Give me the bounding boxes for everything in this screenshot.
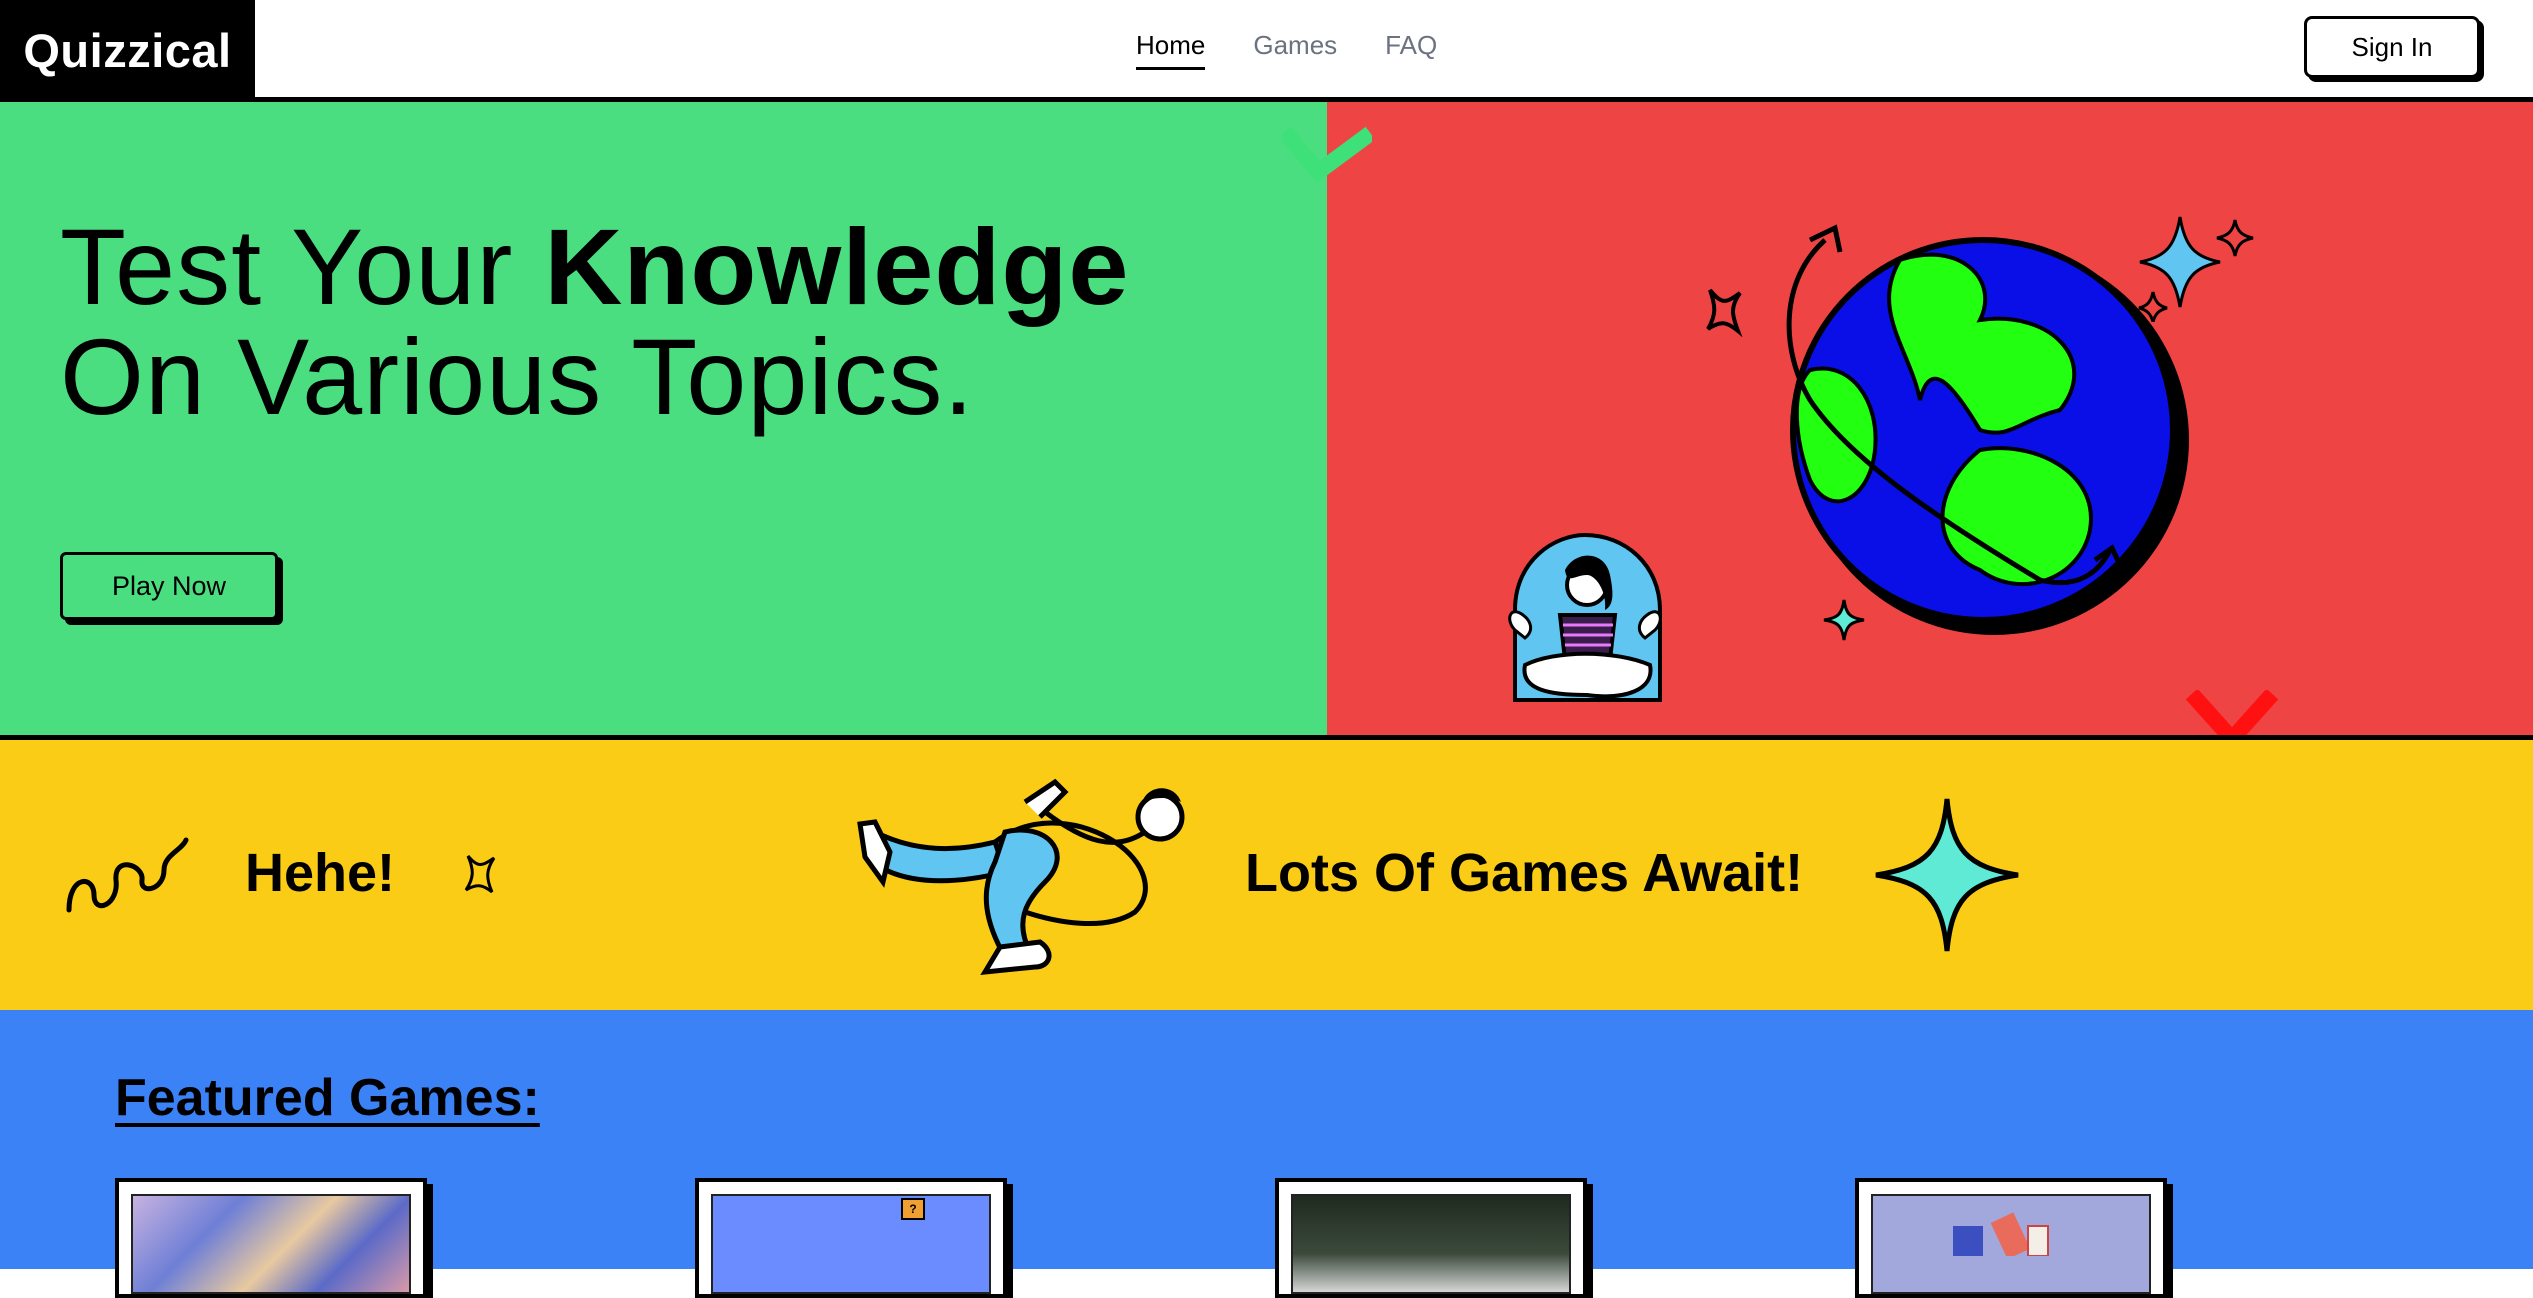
hero-title: Test Your Knowledge On Various Topics. <box>60 212 1129 432</box>
featured-game-card[interactable] <box>1855 1178 2167 1298</box>
hehe-text: Hehe! <box>245 843 396 903</box>
meditating-person-illustration <box>1508 532 1662 702</box>
sparkle-large-icon <box>1875 798 2019 952</box>
hero-title-prefix: Test Your <box>60 206 545 327</box>
game-thumbnail <box>131 1194 411 1294</box>
sparkle-blue-icon <box>2138 216 2254 322</box>
game-thumbnail: ? <box>711 1194 991 1294</box>
checkmark-icon <box>1282 126 1372 183</box>
play-now-button[interactable]: Play Now <box>60 552 278 620</box>
brand-logo[interactable]: Quizzical <box>0 0 255 102</box>
featured-game-card[interactable] <box>1275 1178 1587 1298</box>
featured-game-card[interactable] <box>115 1178 427 1298</box>
nav-games-link[interactable]: Games <box>1253 30 1337 70</box>
books-icon <box>1953 1212 2049 1256</box>
floating-man-illustration <box>857 778 1185 975</box>
sparkle-icon <box>1706 288 1743 337</box>
sparkle-small-icon <box>464 855 496 894</box>
game-thumbnail <box>1871 1194 2151 1294</box>
sign-in-button[interactable]: Sign In <box>2304 16 2480 78</box>
nav-faq-link[interactable]: FAQ <box>1385 30 1437 70</box>
lots-of-games-text: Lots Of Games Await! <box>1245 843 1804 903</box>
hero-title-bold: Knowledge <box>544 206 1130 327</box>
featured-heading: Featured Games: <box>115 1069 540 1127</box>
main-nav: Home Games FAQ <box>1136 30 1437 70</box>
sparkle-green-icon <box>1823 599 1865 641</box>
squiggle-icon <box>66 837 189 913</box>
question-block-icon: ? <box>901 1198 925 1220</box>
hero-title-line2: On Various Topics. <box>60 316 975 437</box>
nav-home-link[interactable]: Home <box>1136 30 1206 70</box>
featured-game-card[interactable]: ? <box>695 1178 1007 1298</box>
game-thumbnail <box>1291 1194 1571 1294</box>
